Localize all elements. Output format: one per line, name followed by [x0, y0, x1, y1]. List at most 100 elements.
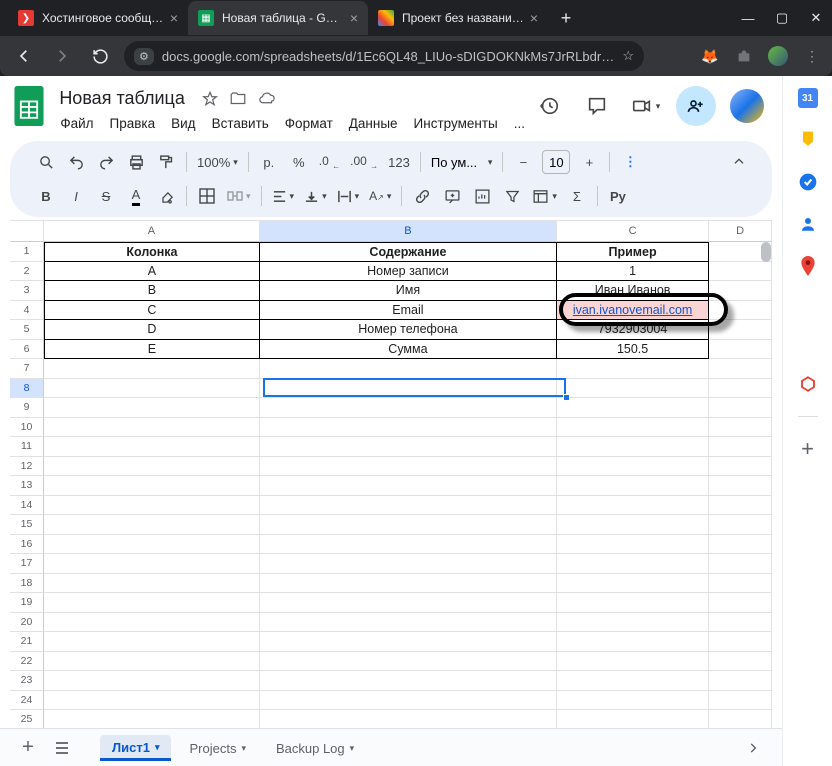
cell[interactable]	[557, 535, 709, 555]
cell[interactable]: Email	[260, 301, 557, 321]
insert-chart-button[interactable]	[468, 182, 496, 210]
cell[interactable]	[44, 359, 260, 379]
close-icon[interactable]: ✕	[808, 10, 824, 26]
collapse-toolbar-icon[interactable]	[724, 147, 754, 177]
addon-icon[interactable]	[798, 374, 818, 394]
maximize-icon[interactable]: ▢	[774, 10, 790, 26]
currency-button[interactable]: р.	[255, 148, 283, 176]
functions-button[interactable]: Σ	[563, 182, 591, 210]
cell[interactable]	[44, 515, 260, 535]
scroll-sheets-icon[interactable]	[738, 737, 768, 759]
cell[interactable]	[260, 496, 557, 516]
cell[interactable]	[557, 476, 709, 496]
cell[interactable]: E	[44, 340, 260, 360]
sheet-tab[interactable]: Projects▾	[177, 736, 258, 759]
cell[interactable]: C	[44, 301, 260, 321]
cell[interactable]	[260, 457, 557, 477]
zoom-dropdown[interactable]: 100%	[193, 148, 242, 176]
row-header[interactable]: 21	[10, 632, 44, 652]
cell[interactable]	[44, 418, 260, 438]
add-sheet-button[interactable]: +	[14, 734, 42, 762]
cell[interactable]	[557, 710, 709, 728]
cell[interactable]: Сумма	[260, 340, 557, 360]
cell[interactable]	[557, 593, 709, 613]
filter-button[interactable]	[498, 182, 526, 210]
get-addons-icon[interactable]: +	[798, 439, 818, 459]
cell[interactable]	[557, 632, 709, 652]
row-header[interactable]: 15	[10, 515, 44, 535]
close-icon[interactable]: ×	[170, 10, 178, 26]
cell[interactable]	[557, 418, 709, 438]
cell[interactable]	[44, 671, 260, 691]
undo-icon[interactable]	[62, 148, 90, 176]
browser-menu-icon[interactable]: ⋮	[802, 46, 822, 66]
cell[interactable]	[44, 379, 260, 399]
merge-button[interactable]	[223, 182, 255, 210]
comment-icon[interactable]	[580, 89, 614, 123]
sheets-logo[interactable]	[12, 86, 45, 126]
cell[interactable]	[44, 457, 260, 477]
star-icon[interactable]	[201, 90, 219, 108]
cell[interactable]: ivan.ivanovemail.com	[557, 301, 709, 321]
cell[interactable]	[44, 554, 260, 574]
v-align-button[interactable]	[300, 182, 331, 210]
url-bar[interactable]: ⚙ docs.google.com/spreadsheets/d/1Ec6QL4…	[124, 41, 644, 71]
cell[interactable]	[557, 496, 709, 516]
strike-button[interactable]: S	[92, 182, 120, 210]
font-size-decrease[interactable]: −	[509, 148, 537, 176]
history-icon[interactable]	[532, 89, 566, 123]
font-name[interactable]	[431, 150, 485, 174]
cell[interactable]	[44, 535, 260, 555]
cell[interactable]	[44, 398, 260, 418]
font-dropdown[interactable]	[427, 148, 497, 176]
sheet-tab[interactable]: Backup Log▾	[264, 736, 366, 759]
cell[interactable]	[44, 476, 260, 496]
browser-tab[interactable]: ▦ Новая таблица - Google Т ×	[188, 1, 368, 35]
cell[interactable]: Колонка	[44, 242, 260, 262]
cloud-icon[interactable]	[257, 90, 277, 108]
row-header[interactable]: 4	[10, 301, 44, 321]
row-header[interactable]: 5	[10, 320, 44, 340]
reload-icon[interactable]	[86, 42, 114, 70]
row-header[interactable]: 20	[10, 613, 44, 633]
cell[interactable]	[557, 359, 709, 379]
h-align-button[interactable]	[268, 182, 299, 210]
cell[interactable]	[260, 613, 557, 633]
cell[interactable]: 150.5	[557, 340, 709, 360]
selection-handle[interactable]	[563, 394, 570, 401]
row-header[interactable]: 2	[10, 262, 44, 282]
fill-color-button[interactable]	[152, 182, 180, 210]
menu-tools[interactable]: Инструменты	[407, 113, 505, 134]
sheet-tab[interactable]: Лист1▾	[100, 735, 171, 761]
close-icon[interactable]: ×	[530, 10, 538, 26]
more-tools-icon[interactable]: ⋮	[616, 148, 644, 176]
menu-more[interactable]: ...	[507, 113, 532, 134]
insert-comment-button[interactable]	[438, 182, 466, 210]
cell[interactable]	[260, 593, 557, 613]
row-header[interactable]: 22	[10, 652, 44, 672]
cell[interactable]: Имя	[260, 281, 557, 301]
cell[interactable]	[260, 632, 557, 652]
menu-data[interactable]: Данные	[342, 113, 405, 134]
extension-icon[interactable]	[734, 46, 754, 66]
cell[interactable]	[557, 437, 709, 457]
profile-avatar[interactable]	[768, 46, 788, 66]
cell[interactable]	[260, 418, 557, 438]
close-icon[interactable]: ×	[350, 10, 358, 26]
cell[interactable]	[557, 398, 709, 418]
italic-button[interactable]: I	[62, 182, 90, 210]
row-header[interactable]: 6	[10, 340, 44, 360]
cell[interactable]: B	[44, 281, 260, 301]
move-icon[interactable]	[229, 90, 247, 108]
row-header[interactable]: 9	[10, 398, 44, 418]
share-button[interactable]	[676, 86, 716, 126]
cell[interactable]	[44, 652, 260, 672]
search-icon[interactable]	[32, 148, 60, 176]
cell[interactable]	[260, 476, 557, 496]
number-format-button[interactable]: 123	[384, 148, 414, 176]
browser-tab[interactable]: Проект без названия - Ре ×	[368, 1, 548, 35]
cell[interactable]	[557, 671, 709, 691]
calendar-icon[interactable]: 31	[798, 88, 818, 108]
row-header[interactable]: 19	[10, 593, 44, 613]
cell[interactable]	[557, 457, 709, 477]
